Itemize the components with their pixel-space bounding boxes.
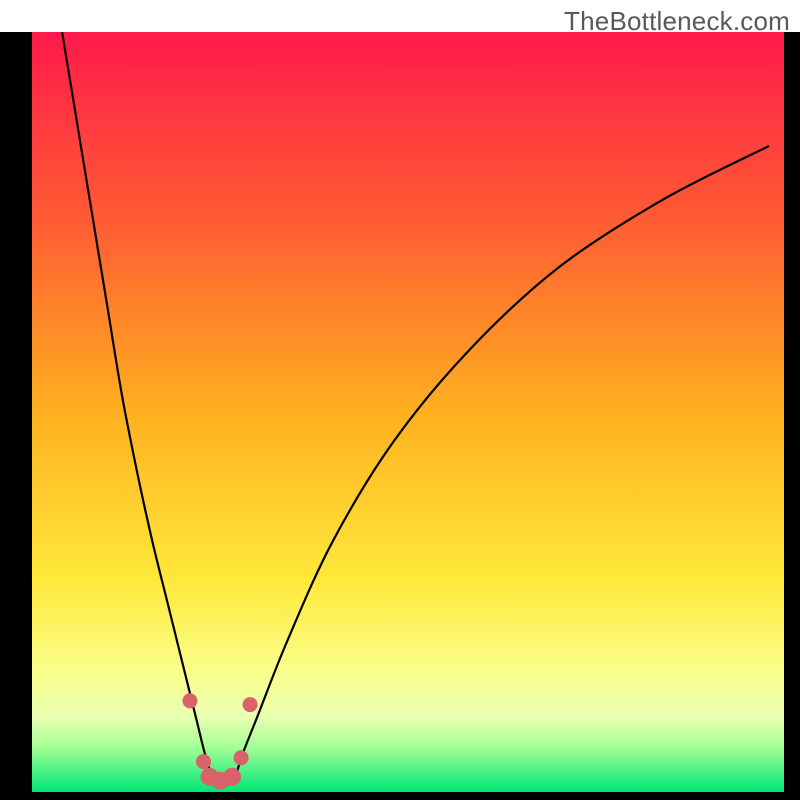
marker-dot — [182, 693, 197, 708]
marker-dot — [196, 754, 211, 769]
marker-dot — [223, 768, 241, 786]
plot-background — [32, 32, 784, 792]
chart-svg — [0, 0, 800, 800]
marker-dot — [234, 750, 249, 765]
watermark-text: TheBottleneck.com — [564, 6, 790, 37]
marker-dot — [243, 697, 258, 712]
chart-container: { "watermark": "TheBottleneck.com", "cha… — [0, 0, 800, 800]
